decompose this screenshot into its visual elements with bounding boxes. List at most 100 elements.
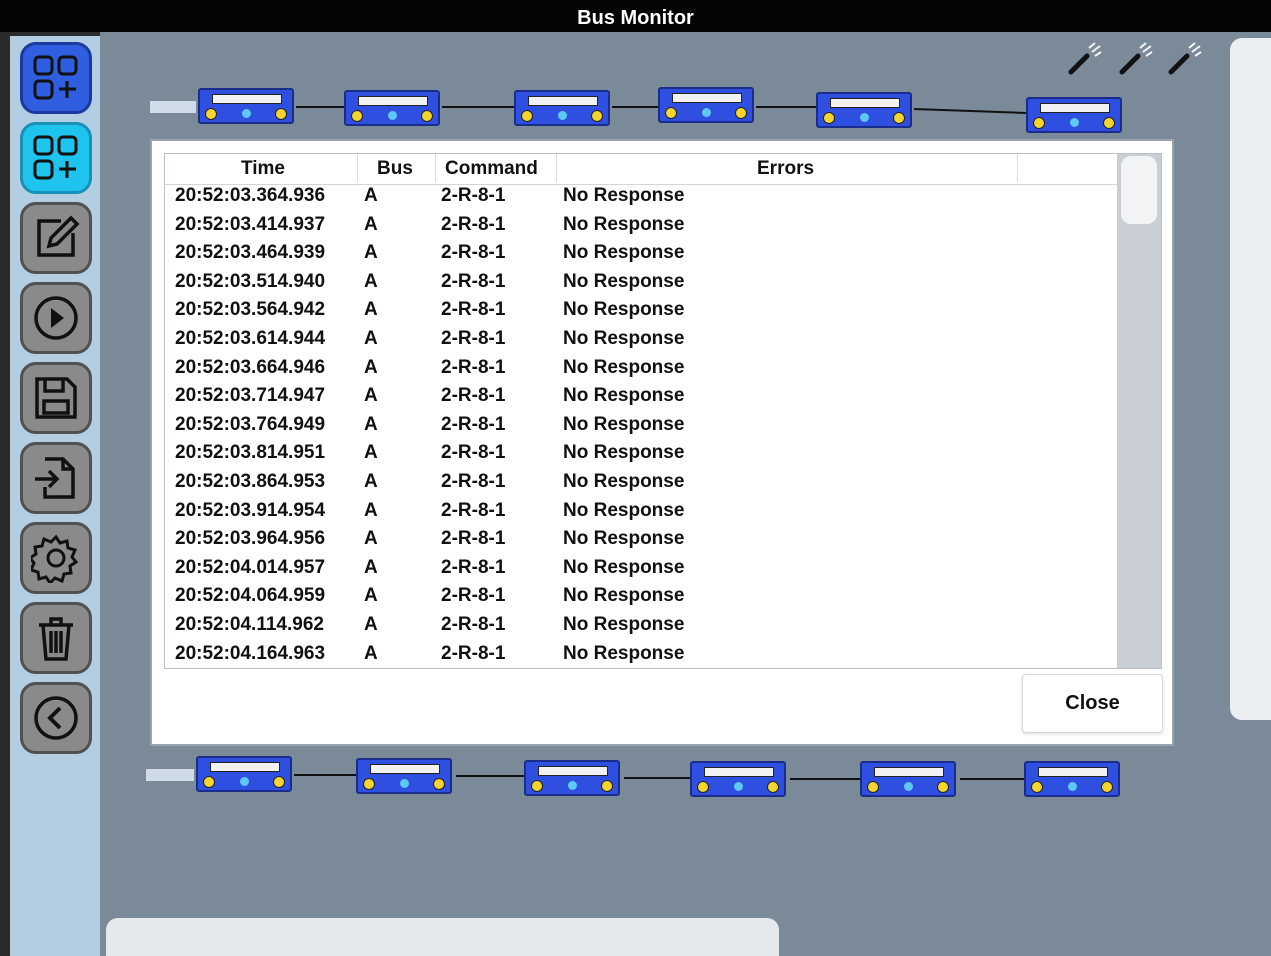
cell-bus: A	[364, 528, 378, 550]
bus-coupler[interactable]	[658, 87, 754, 123]
table-row[interactable]: 20:52:03.914.954 A 2-R-8-1 No Response	[165, 497, 1117, 526]
trash-icon	[39, 617, 73, 661]
bus-coupler[interactable]	[860, 761, 956, 797]
table-row[interactable]: 20:52:04.014.957 A 2-R-8-1 No Response	[165, 554, 1117, 583]
cell-command: 2-R-8-1	[441, 327, 506, 349]
table-row[interactable]: 20:52:03.814.951 A 2-R-8-1 No Response	[165, 439, 1117, 468]
cell-time: 20:52:03.464.939	[175, 242, 326, 264]
cell-error: No Response	[563, 585, 685, 607]
edit-button[interactable]	[20, 202, 92, 274]
column-header-errors[interactable]: Errors	[757, 154, 814, 184]
window-title: Bus Monitor	[0, 0, 1271, 32]
cell-error: No Response	[563, 385, 685, 407]
probe-icon	[1119, 42, 1153, 75]
table-row[interactable]: 20:52:03.414.937 A 2-R-8-1 No Response	[165, 211, 1117, 240]
add-component-button[interactable]	[20, 42, 92, 114]
settings-button[interactable]	[20, 522, 92, 594]
bus-coupler[interactable]	[690, 761, 786, 797]
cell-time: 20:52:03.614.944	[175, 327, 326, 349]
bus-coupler[interactable]	[344, 90, 440, 126]
import-button[interactable]	[20, 442, 92, 514]
cell-command: 2-R-8-1	[441, 385, 506, 407]
table-row[interactable]: 20:52:03.964.956 A 2-R-8-1 No Response	[165, 525, 1117, 554]
cell-command: 2-R-8-1	[441, 185, 506, 206]
cell-command: 2-R-8-1	[441, 556, 506, 578]
cell-command: 2-R-8-1	[441, 299, 506, 321]
cell-command: 2-R-8-1	[441, 499, 506, 521]
table-row[interactable]: 20:52:03.614.944 A 2-R-8-1 No Response	[165, 325, 1117, 354]
back-button[interactable]	[20, 682, 92, 754]
bus-terminator	[146, 769, 194, 781]
cell-command: 2-R-8-1	[441, 356, 506, 378]
cell-bus: A	[364, 299, 378, 321]
cell-time: 20:52:04.014.957	[175, 556, 326, 578]
cell-time: 20:52:03.814.951	[175, 442, 326, 464]
add-component-alt-button[interactable]	[20, 122, 92, 194]
cell-bus: A	[364, 499, 378, 521]
bus-coupler[interactable]	[524, 760, 620, 796]
table-row[interactable]: 20:52:03.664.946 A 2-R-8-1 No Response	[165, 354, 1117, 383]
cell-error: No Response	[563, 185, 685, 206]
table-row[interactable]: 20:52:03.864.953 A 2-R-8-1 No Response	[165, 468, 1117, 497]
table-row[interactable]: 20:52:03.364.936 A 2-R-8-1 No Response	[165, 182, 1117, 211]
bus-wire	[624, 777, 690, 779]
column-header-time[interactable]: Time	[241, 154, 285, 184]
cell-command: 2-R-8-1	[441, 613, 506, 635]
bus-coupler[interactable]	[356, 758, 452, 794]
table-row[interactable]: 20:52:04.114.962 A 2-R-8-1 No Response	[165, 611, 1117, 640]
cell-command: 2-R-8-1	[441, 585, 506, 607]
close-button[interactable]: Close	[1022, 674, 1163, 733]
table-row[interactable]: 20:52:03.514.940 A 2-R-8-1 No Response	[165, 268, 1117, 297]
table-row[interactable]: 20:52:03.714.947 A 2-R-8-1 No Response	[165, 382, 1117, 411]
bus-coupler[interactable]	[1026, 97, 1122, 133]
play-icon	[34, 296, 78, 340]
delete-button[interactable]	[20, 602, 92, 674]
cell-time: 20:52:03.514.940	[175, 270, 326, 292]
cell-bus: A	[364, 642, 378, 664]
table-row[interactable]: 20:52:03.764.949 A 2-R-8-1 No Response	[165, 411, 1117, 440]
cell-error: No Response	[563, 356, 685, 378]
import-icon	[35, 457, 75, 499]
bus-wire	[294, 774, 356, 776]
cell-time: 20:52:03.364.936	[175, 185, 326, 206]
cell-time: 20:52:03.714.947	[175, 385, 326, 407]
cell-error: No Response	[563, 613, 685, 635]
cell-error: No Response	[563, 442, 685, 464]
cell-error: No Response	[563, 242, 685, 264]
cell-bus: A	[364, 185, 378, 206]
cell-time: 20:52:03.964.956	[175, 528, 326, 550]
bus-coupler[interactable]	[198, 88, 294, 124]
table-row[interactable]: 20:52:04.064.959 A 2-R-8-1 No Response	[165, 582, 1117, 611]
scrollbar-thumb[interactable]	[1121, 156, 1157, 224]
table-row[interactable]: 20:52:03.564.942 A 2-R-8-1 No Response	[165, 296, 1117, 325]
column-header-bus[interactable]: Bus	[377, 154, 413, 184]
horizontal-scrollbar[interactable]	[106, 918, 779, 956]
probe-icon	[1168, 42, 1202, 75]
bus-coupler[interactable]	[196, 756, 292, 792]
table-row[interactable]: 20:52:04.164.963 A 2-R-8-1 No Response	[165, 640, 1117, 669]
cell-time: 20:52:04.114.962	[175, 613, 324, 635]
column-header-command[interactable]: Command	[445, 154, 538, 184]
save-button[interactable]	[20, 362, 92, 434]
cell-bus: A	[364, 242, 378, 264]
run-button[interactable]	[20, 282, 92, 354]
table-row[interactable]: 20:52:03.464.939 A 2-R-8-1 No Response	[165, 239, 1117, 268]
edit-icon	[37, 215, 80, 257]
cell-bus: A	[364, 442, 378, 464]
bus-monitor-dialog: Time Bus Command Errors 20:52:03.364.936…	[150, 139, 1174, 746]
bus-terminator	[150, 101, 196, 113]
cell-bus: A	[364, 613, 378, 635]
bus-coupler[interactable]	[514, 90, 610, 126]
cell-bus: A	[364, 470, 378, 492]
bus-coupler[interactable]	[816, 92, 912, 128]
cell-error: No Response	[563, 270, 685, 292]
cell-bus: A	[364, 556, 378, 578]
bus-coupler[interactable]	[1024, 761, 1120, 797]
bus-wire	[296, 106, 344, 108]
cell-bus: A	[364, 413, 378, 435]
vertical-scrollbar[interactable]	[1117, 154, 1161, 668]
cell-time: 20:52:03.664.946	[175, 356, 326, 378]
cell-bus: A	[364, 327, 378, 349]
cell-bus: A	[364, 585, 378, 607]
probe-icon	[1068, 42, 1102, 75]
